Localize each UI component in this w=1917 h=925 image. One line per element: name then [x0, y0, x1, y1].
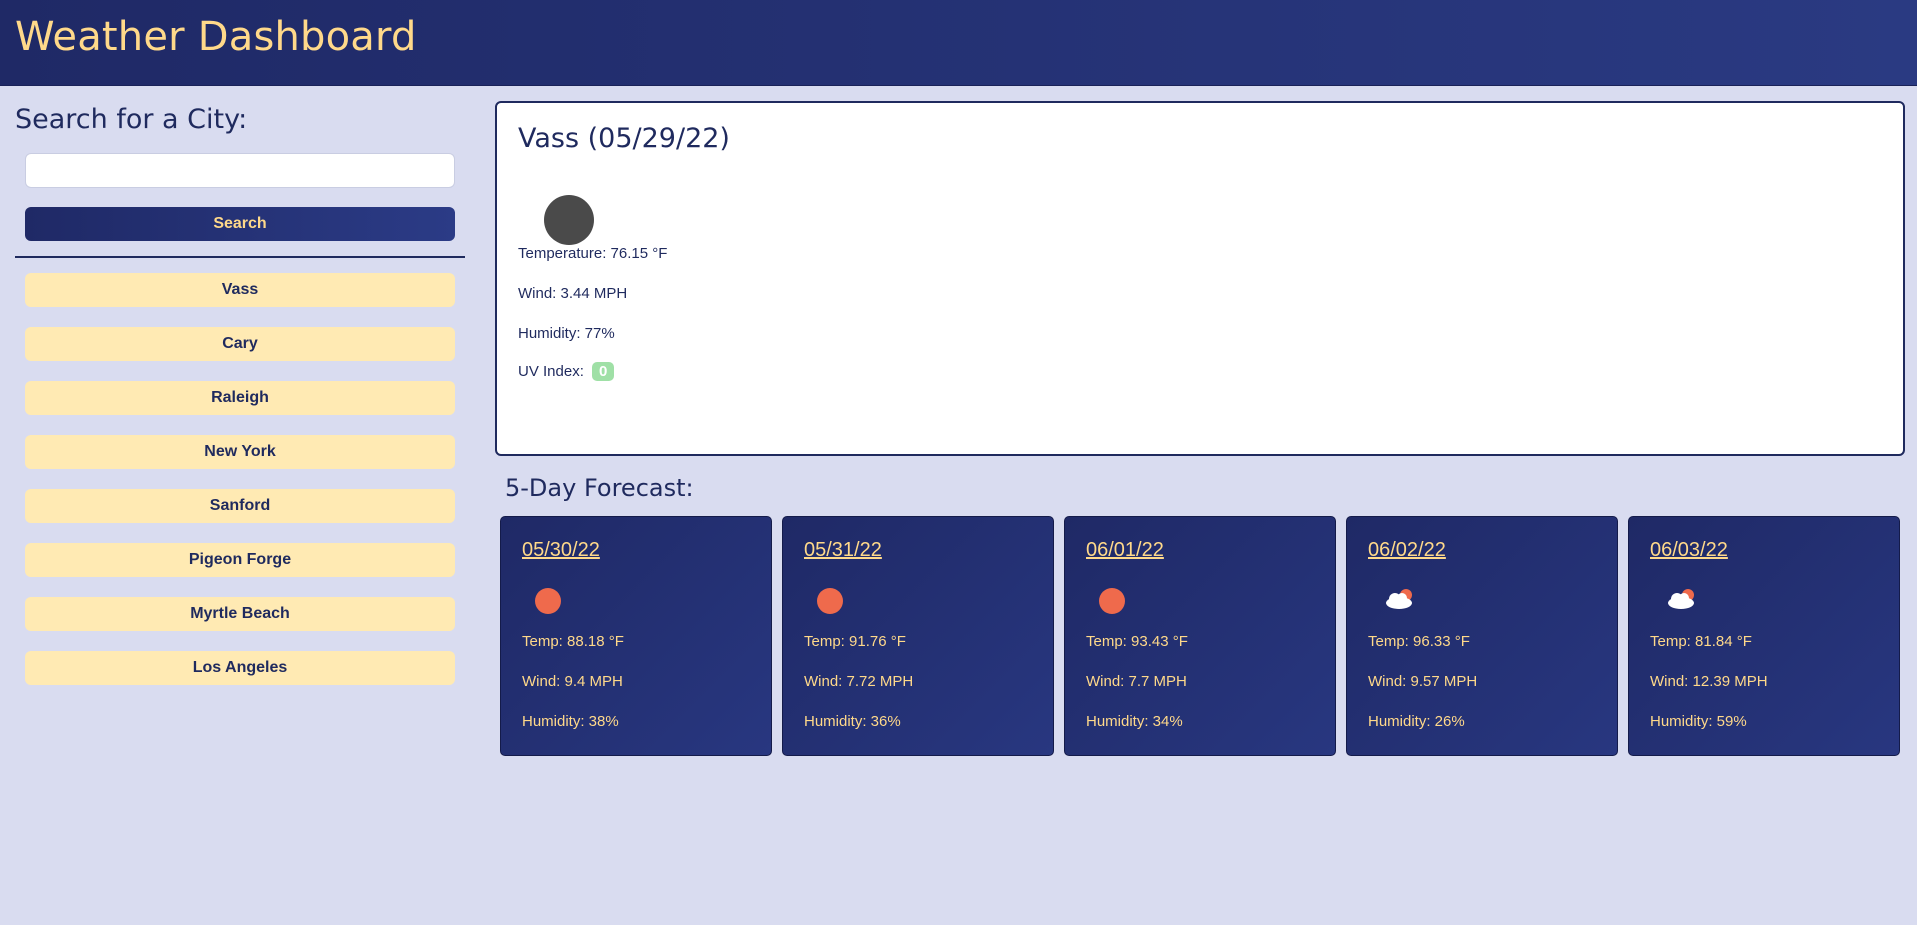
- city-search-input[interactable]: [25, 153, 455, 188]
- forecast-humidity: Humidity: 59%: [1650, 713, 1747, 730]
- forecast-wind: Wind: 12.39 MPH: [1650, 673, 1768, 690]
- search-heading: Search for a City:: [15, 104, 248, 135]
- forecast-date: 05/31/22: [804, 539, 882, 561]
- forecast-temp: Temp: 93.43 °F: [1086, 633, 1188, 650]
- forecast-wind: Wind: 9.57 MPH: [1368, 673, 1478, 690]
- history-button-cary[interactable]: Cary: [25, 327, 455, 361]
- current-city-title: Vass (05/29/22): [518, 123, 730, 154]
- forecast-date: 06/03/22: [1650, 539, 1728, 561]
- forecast-humidity: Humidity: 34%: [1086, 713, 1183, 730]
- forecast-card: 05/30/22 Temp: 88.18 °F Wind: 9.4 MPH Hu…: [500, 516, 772, 756]
- sun-icon: [817, 588, 843, 614]
- history-button-pigeon-forge[interactable]: Pigeon Forge: [25, 543, 455, 577]
- forecast-date: 06/02/22: [1368, 539, 1446, 561]
- current-wind: Wind: 3.44 MPH: [518, 285, 628, 302]
- forecast-temp: Temp: 96.33 °F: [1368, 633, 1470, 650]
- forecast-card: 05/31/22 Temp: 91.76 °F Wind: 7.72 MPH H…: [782, 516, 1054, 756]
- current-weather-card: Vass (05/29/22) Temperature: 76.15 °F Wi…: [495, 101, 1905, 456]
- uv-label: UV Index:: [518, 363, 584, 380]
- current-temperature: Temperature: 76.15 °F: [518, 245, 668, 262]
- sidebar-divider: [15, 256, 465, 258]
- sidebar: Search for a City: Search Vass Cary Rale…: [0, 86, 480, 925]
- history-button-vass[interactable]: Vass: [25, 273, 455, 307]
- forecast-date: 05/30/22: [522, 539, 600, 561]
- search-history-list: Vass Cary Raleigh New York Sanford Pigeo…: [25, 273, 455, 705]
- search-button[interactable]: Search: [25, 207, 455, 241]
- forecast-wind: Wind: 7.7 MPH: [1086, 673, 1187, 690]
- forecast-card: 06/03/22 Temp: 81.84 °F Wind: 12.39 MPH …: [1628, 516, 1900, 756]
- history-button-sanford[interactable]: Sanford: [25, 489, 455, 523]
- history-button-los-angeles[interactable]: Los Angeles: [25, 651, 455, 685]
- app-header: Weather Dashboard: [0, 0, 1917, 86]
- uv-badge: 0: [592, 362, 615, 381]
- current-uv: UV Index: 0: [518, 362, 615, 381]
- forecast-humidity: Humidity: 26%: [1368, 713, 1465, 730]
- forecast-wind: Wind: 7.72 MPH: [804, 673, 914, 690]
- forecast-temp: Temp: 91.76 °F: [804, 633, 906, 650]
- forecast-heading: 5-Day Forecast:: [505, 474, 694, 502]
- sun-icon: [535, 588, 561, 614]
- sun-icon: [1099, 588, 1125, 614]
- forecast-temp: Temp: 88.18 °F: [522, 633, 624, 650]
- partly-cloudy-icon: [1386, 589, 1412, 609]
- forecast-card: 06/02/22 Temp: 96.33 °F Wind: 9.57 MPH H…: [1346, 516, 1618, 756]
- forecast-temp: Temp: 81.84 °F: [1650, 633, 1752, 650]
- app-title: Weather Dashboard: [15, 14, 417, 60]
- current-humidity: Humidity: 77%: [518, 325, 615, 342]
- forecast-date: 06/01/22: [1086, 539, 1164, 561]
- forecast-wind: Wind: 9.4 MPH: [522, 673, 623, 690]
- forecast-humidity: Humidity: 38%: [522, 713, 619, 730]
- partly-cloudy-icon: [1668, 589, 1694, 609]
- history-button-raleigh[interactable]: Raleigh: [25, 381, 455, 415]
- moon-icon: [544, 195, 594, 245]
- forecast-card: 06/01/22 Temp: 93.43 °F Wind: 7.7 MPH Hu…: [1064, 516, 1336, 756]
- forecast-humidity: Humidity: 36%: [804, 713, 901, 730]
- history-button-new-york[interactable]: New York: [25, 435, 455, 469]
- history-button-myrtle-beach[interactable]: Myrtle Beach: [25, 597, 455, 631]
